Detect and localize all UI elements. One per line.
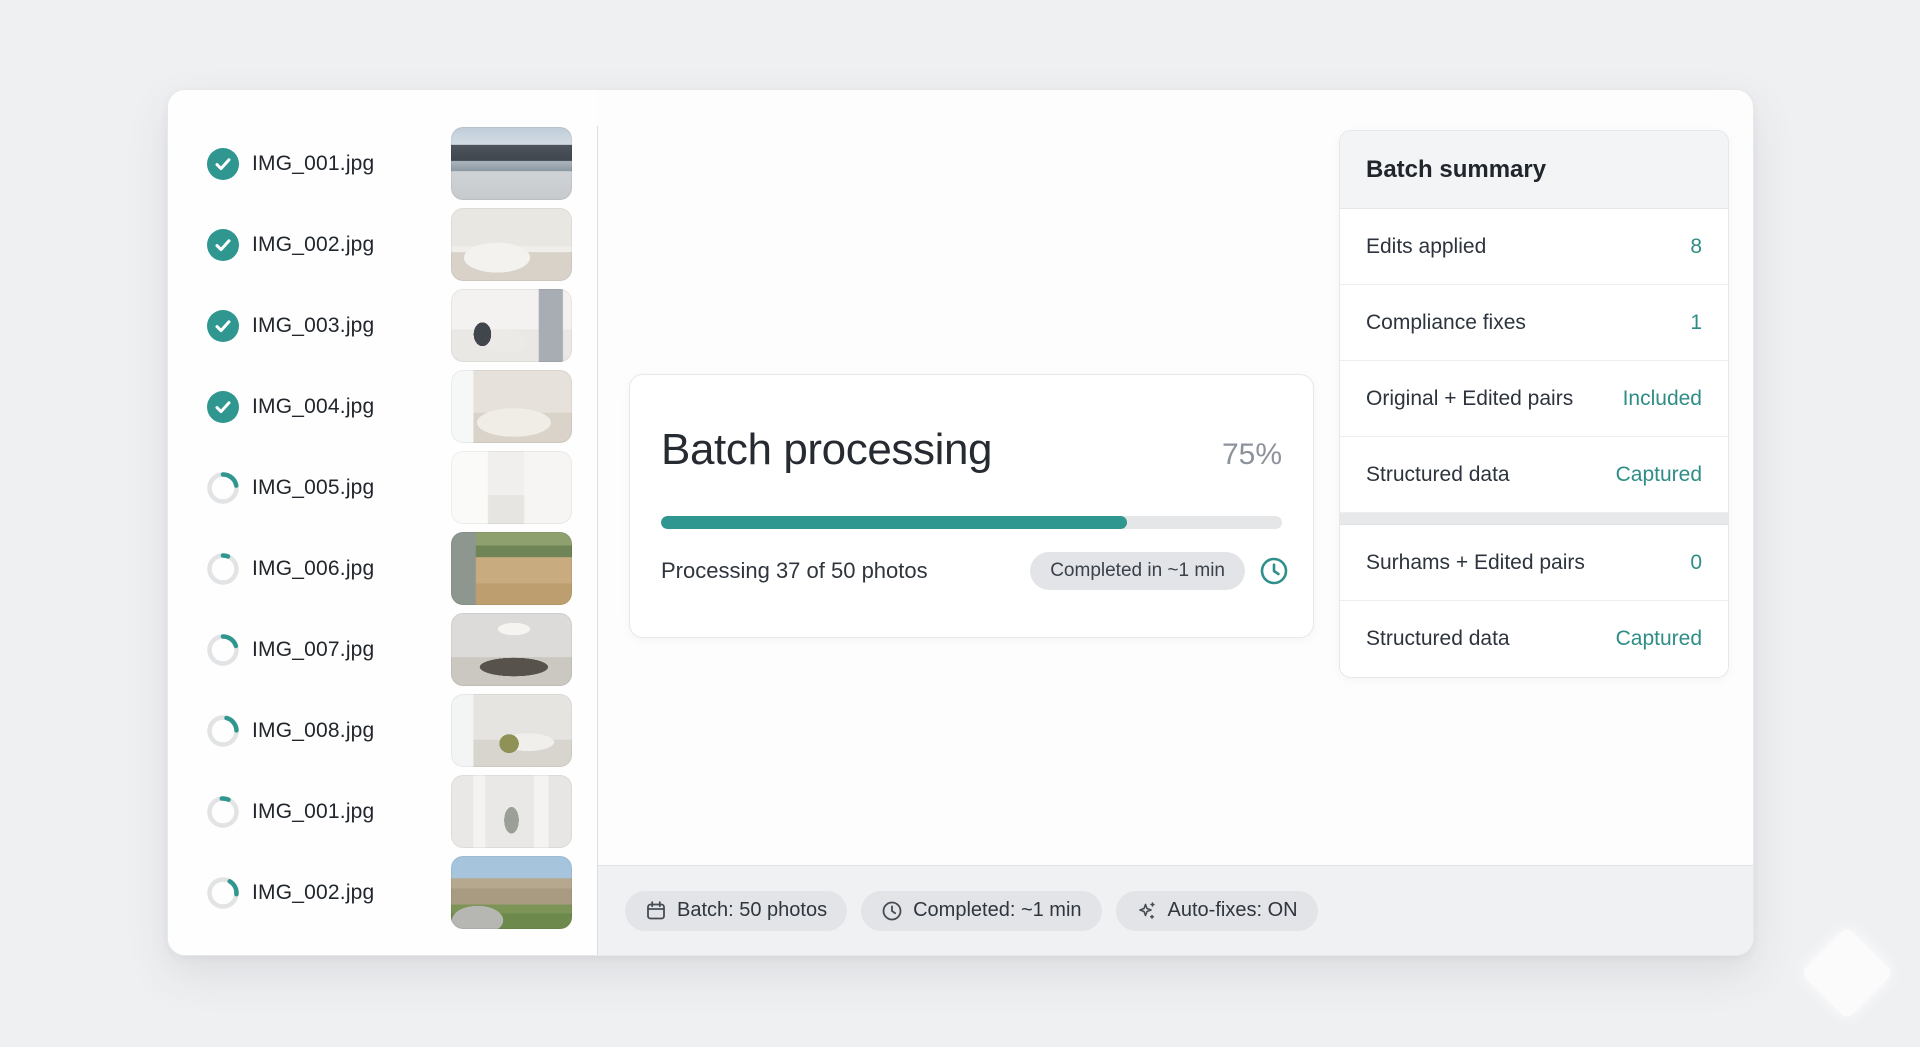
file-status xyxy=(207,553,239,585)
processing-status-text: Processing 37 of 50 photos xyxy=(661,558,1030,584)
file-status xyxy=(207,148,239,180)
list-item[interactable]: IMG_005.jpg xyxy=(168,447,597,528)
diamond-watermark xyxy=(1800,926,1893,1019)
check-icon xyxy=(207,229,239,261)
list-item[interactable]: IMG_004.jpg xyxy=(168,366,597,447)
file-name: IMG_002.jpg xyxy=(252,881,374,905)
photo-thumbnail xyxy=(451,613,572,686)
progress-spinner-icon xyxy=(207,634,239,666)
file-status xyxy=(207,229,239,261)
list-item[interactable]: IMG_002.jpg xyxy=(168,852,597,933)
summary-row-value: Captured xyxy=(1616,463,1702,487)
photo-thumbnail xyxy=(451,694,572,767)
summary-row-value: 8 xyxy=(1690,235,1702,259)
app-window: IMG_001.jpg IMG_002.jpg IMG_003.jpg xyxy=(167,89,1754,956)
clock-icon xyxy=(1259,556,1289,586)
progress-spinner-icon xyxy=(207,553,239,585)
summary-group-divider xyxy=(1340,513,1728,525)
summary-row-label: Compliance fixes xyxy=(1366,311,1526,335)
summary-row-value: Included xyxy=(1623,387,1702,411)
completed-time-chip: Completed: ~1 min xyxy=(861,891,1101,931)
file-status xyxy=(207,877,239,909)
summary-title: Batch summary xyxy=(1340,131,1728,209)
file-name: IMG_004.jpg xyxy=(252,395,374,419)
summary-row-label: Surhams + Edited pairs xyxy=(1366,551,1585,575)
photo-thumbnail xyxy=(451,127,572,200)
progress-fill xyxy=(661,516,1127,529)
summary-row: Surhams + Edited pairs 0 xyxy=(1340,525,1728,601)
file-status xyxy=(207,634,239,666)
check-icon xyxy=(207,391,239,423)
list-item[interactable]: IMG_008.jpg xyxy=(168,690,597,771)
photo-thumbnail xyxy=(451,370,572,443)
batch-processing-card: Batch processing 75% Processing 37 of 50… xyxy=(629,374,1314,638)
calendar-icon xyxy=(645,900,667,922)
photo-thumbnail xyxy=(451,289,572,362)
file-name: IMG_008.jpg xyxy=(252,719,374,743)
summary-row: Structured data Captured xyxy=(1340,601,1728,677)
file-list: IMG_001.jpg IMG_002.jpg IMG_003.jpg xyxy=(168,90,597,955)
progress-spinner-icon xyxy=(207,877,239,909)
summary-row-label: Structured data xyxy=(1366,463,1510,487)
file-name: IMG_002.jpg xyxy=(252,233,374,257)
list-item[interactable]: IMG_006.jpg xyxy=(168,528,597,609)
list-item[interactable]: IMG_007.jpg xyxy=(168,609,597,690)
file-status xyxy=(207,391,239,423)
progress-spinner-icon xyxy=(207,796,239,828)
check-icon xyxy=(207,310,239,342)
file-name: IMG_003.jpg xyxy=(252,314,374,338)
list-item[interactable]: IMG_001.jpg xyxy=(168,771,597,852)
file-status xyxy=(207,310,239,342)
summary-row-value: Captured xyxy=(1616,627,1702,651)
progress-spinner-icon xyxy=(207,472,239,504)
eta-badge: Completed in ~1 min xyxy=(1030,552,1245,590)
status-bar: Batch: 50 photos Completed: ~1 min Auto-… xyxy=(598,865,1753,955)
file-name: IMG_006.jpg xyxy=(252,557,374,581)
progress-spinner-icon xyxy=(207,715,239,747)
file-name: IMG_001.jpg xyxy=(252,152,374,176)
sidebar-divider xyxy=(597,126,598,955)
photo-thumbnail xyxy=(451,532,572,605)
progress-bar xyxy=(661,516,1282,529)
photo-thumbnail xyxy=(451,208,572,281)
chip-label: Auto-fixes: ON xyxy=(1168,899,1298,922)
summary-row-value: 1 xyxy=(1690,311,1702,335)
file-status xyxy=(207,796,239,828)
check-icon xyxy=(207,148,239,180)
summary-row-label: Edits applied xyxy=(1366,235,1486,259)
progress-percent: 75% xyxy=(1222,438,1282,472)
summary-row-value: 0 xyxy=(1690,551,1702,575)
summary-row: Compliance fixes 1 xyxy=(1340,285,1728,361)
processing-header: Batch processing 75% xyxy=(661,425,1282,475)
summary-row-label: Structured data xyxy=(1366,627,1510,651)
list-item[interactable]: IMG_003.jpg xyxy=(168,285,597,366)
file-status xyxy=(207,472,239,504)
page-title: Batch processing xyxy=(661,425,992,475)
list-item[interactable]: IMG_001.jpg xyxy=(168,123,597,204)
summary-row: Edits applied 8 xyxy=(1340,209,1728,285)
summary-row: Structured data Captured xyxy=(1340,437,1728,513)
processing-info-row: Processing 37 of 50 photos Completed in … xyxy=(661,552,1289,590)
list-item[interactable]: IMG_002.jpg xyxy=(168,204,597,285)
clock-icon xyxy=(881,900,903,922)
summary-row: Original + Edited pairs Included xyxy=(1340,361,1728,437)
summary-row-label: Original + Edited pairs xyxy=(1366,387,1573,411)
photo-thumbnail xyxy=(451,451,572,524)
photo-thumbnail xyxy=(451,856,572,929)
file-status xyxy=(207,715,239,747)
chip-label: Completed: ~1 min xyxy=(913,899,1081,922)
sparkles-icon xyxy=(1136,900,1158,922)
batch-count-chip: Batch: 50 photos xyxy=(625,891,847,931)
chip-label: Batch: 50 photos xyxy=(677,899,827,922)
photo-thumbnail xyxy=(451,775,572,848)
file-name: IMG_005.jpg xyxy=(252,476,374,500)
batch-summary-panel: Batch summary Edits applied 8 Compliance… xyxy=(1339,130,1729,678)
file-name: IMG_007.jpg xyxy=(252,638,374,662)
auto-fixes-chip: Auto-fixes: ON xyxy=(1116,891,1318,931)
file-name: IMG_001.jpg xyxy=(252,800,374,824)
